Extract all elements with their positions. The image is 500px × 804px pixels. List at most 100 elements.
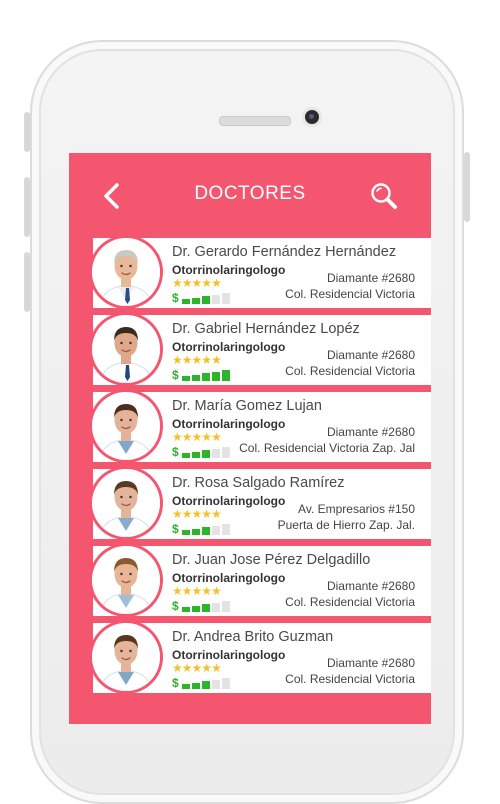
rating-stars: ★★★★★ [172,584,222,598]
doctor-specialty: Otorrinolaringologo [172,263,286,277]
rating-stars: ★★★★★ [172,507,222,521]
address-line-2: Col. Residencial Victoria [285,672,415,686]
half-star-icon: ★ [211,584,222,598]
price-level: $ [172,292,232,304]
price-level-bar [221,601,230,612]
price-level-bar [211,679,220,689]
star-icon: ★ [191,276,203,290]
doctor-name: Dr. Gerardo Fernández Hernández [172,244,397,260]
avatar [89,543,163,617]
address-line-1: Diamante #2680 [326,348,415,362]
star-icon: ★ [191,430,203,444]
price-level-bar [181,299,190,304]
header-bar: DOCTORES [69,153,431,233]
doctor-photo [92,546,160,614]
avatar [89,466,163,540]
dollar-icon: $ [172,368,179,382]
star-icon: ★ [191,353,203,367]
dollar-icon: $ [172,445,179,459]
star-icon: ★ [172,430,183,444]
doctor-card[interactable]: Dr. Andrea Brito Guzman Otorrinolaringol… [89,620,431,699]
price-level-bar [221,293,230,304]
star-icon: ★ [172,507,183,521]
rating-stars: ★★★★★ [172,353,222,367]
price-level-bar [181,607,190,612]
star-icon: ★ [191,584,203,598]
volume-up-button [24,177,30,237]
star-icon: ★ [172,584,183,598]
price-level-bar [191,528,200,535]
price-level: $ [172,369,232,381]
doctor-name: Dr. Andrea Brito Guzman [172,629,334,645]
price-level: $ [172,600,232,612]
price-level-bar [201,527,210,535]
address-line-2: Puerta de Hierro Zap. Jal. [277,518,415,532]
doctor-specialty: Otorrinolaringologo [172,648,286,662]
star-icon: ★ [181,353,193,367]
doctor-card[interactable]: Dr. Gabriel Hernández Lopéz Otorrinolari… [89,312,431,391]
star-icon: ★ [181,661,193,675]
app-screen: DOCTORES Dr. Gerardo Fernández Hernández… [69,153,431,724]
star-icon: ★ [201,507,212,521]
avatar [89,620,163,694]
price-level-bar [211,525,220,535]
price-level-bar [201,373,210,381]
price-level-bar [211,294,220,304]
doctor-photo [92,238,160,306]
avatar [89,389,163,463]
doctor-photo [92,469,160,537]
doctor-card[interactable]: Dr. Rosa Salgado Ramírez Otorrinolaringo… [89,466,431,545]
rating-stars: ★★★★★ [172,661,222,675]
dollar-icon: $ [172,676,179,690]
star-icon: ★ [181,430,193,444]
address-line-1: Diamante #2680 [326,271,415,285]
star-icon: ★ [191,507,203,521]
half-star-icon: ★ [211,430,222,444]
doctor-name: Dr. María Gomez Lujan [172,398,322,414]
star-icon: ★ [201,353,212,367]
power-button [464,152,470,222]
search-icon [371,183,397,209]
price-level-bar [211,448,220,458]
price-level-bar [221,447,230,458]
price-level: $ [172,677,232,689]
avatar [89,235,163,309]
dollar-icon: $ [172,291,179,305]
doctor-card[interactable]: Dr. Gerardo Fernández Hernández Otorrino… [89,235,431,314]
half-star-icon: ★ [211,276,222,290]
search-button[interactable] [369,181,399,211]
volume-down-button [24,252,30,312]
address-line-1: Diamante #2680 [326,579,415,593]
star-icon: ★ [201,430,212,444]
price-level-bar [191,682,200,689]
rating-stars: ★★★★★ [172,276,222,290]
price-level-bar [181,530,190,535]
dollar-icon: $ [172,599,179,613]
doctor-photo [92,315,160,383]
doctor-name: Dr. Gabriel Hernández Lopéz [172,321,360,337]
price-level-bar [201,296,210,304]
price-level: $ [172,523,232,535]
star-icon: ★ [181,584,193,598]
address-line-1: Diamante #2680 [326,656,415,670]
price-level-bar [221,370,230,381]
doctor-card[interactable]: Dr. María Gomez Lujan Otorrinolaringolog… [89,389,431,468]
doctor-name: Dr. Juan Jose Pérez Delgadillo [172,552,371,568]
star-icon: ★ [181,276,193,290]
price-level-bar [181,453,190,458]
price-level-bar [191,374,200,381]
doctor-card[interactable]: Dr. Juan Jose Pérez Delgadillo Otorrinol… [89,543,431,622]
star-icon: ★ [201,661,212,675]
star-icon: ★ [181,507,193,521]
price-level-bar [211,602,220,612]
earpiece-speaker [219,116,291,126]
avatar [89,312,163,386]
dollar-icon: $ [172,522,179,536]
doctor-photo [92,623,160,691]
price-level-bar [201,450,210,458]
price-level: $ [172,446,232,458]
address-line-2: Col. Residencial Victoria [285,287,415,301]
address-line-2: Col. Residencial Victoria [285,595,415,609]
star-icon: ★ [172,661,183,675]
address-line-1: Av. Empresarios #150 [298,502,415,516]
